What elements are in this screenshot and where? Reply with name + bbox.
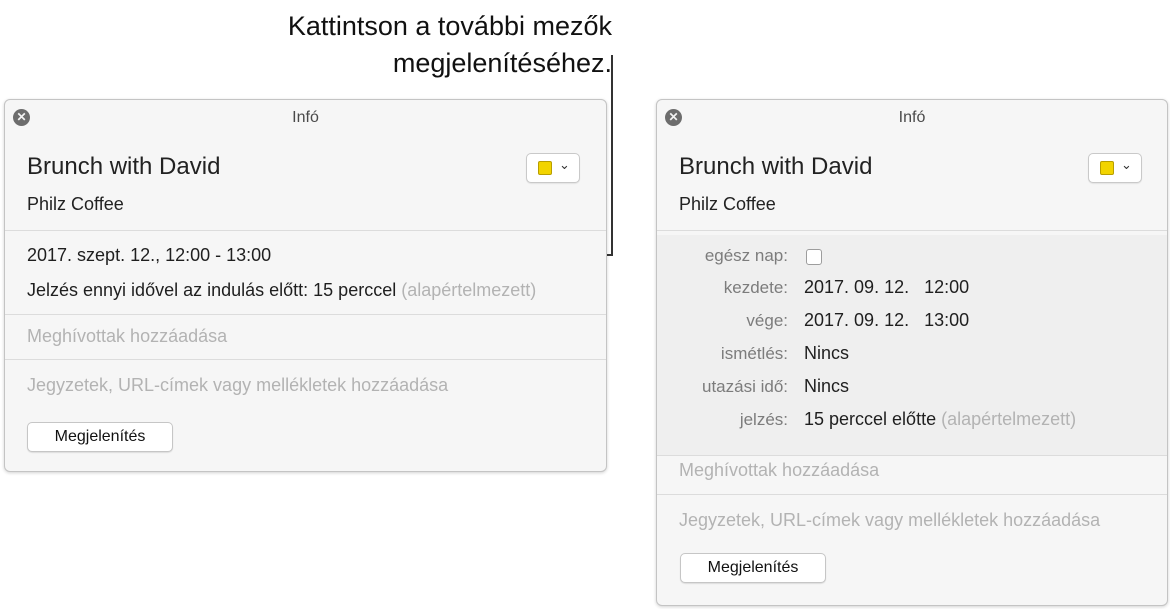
start-label: kezdete:: [723, 278, 788, 297]
window-title: Infó: [898, 109, 926, 126]
add-notes-field[interactable]: Jegyzetek, URL-címek vagy mellékletek ho…: [679, 510, 1100, 531]
alert-value: 15 perccel előtte: [804, 409, 937, 429]
event-date-time[interactable]: 2017. szept. 12., 12:00 - 13:00: [27, 245, 271, 266]
divider: [5, 314, 606, 315]
callout-text: Kattintson a további mezők megjelenítésé…: [288, 8, 612, 82]
titlebar: ✕ Infó: [5, 100, 606, 136]
alert-popup[interactable]: 15 perccel előtte (alapértelmezett): [804, 409, 1076, 430]
calendar-color-picker[interactable]: ⌄: [1088, 153, 1142, 183]
chevron-down-icon: ⌄: [1121, 157, 1132, 172]
event-alert-summary[interactable]: Jelzés ennyi idővel az indulás előtt: 15…: [27, 280, 536, 301]
repeat-label: ismétlés:: [720, 344, 788, 363]
chevron-down-icon: ⌄: [559, 157, 570, 172]
divider: [5, 359, 606, 360]
add-invitees-field[interactable]: Meghívottak hozzáadása: [27, 326, 227, 347]
divider: [657, 494, 1167, 495]
window-title: Infó: [292, 109, 319, 126]
travel-time-popup[interactable]: Nincs: [804, 376, 849, 397]
calendar-color-swatch: [538, 161, 552, 175]
add-invitees-field[interactable]: Meghívottak hozzáadása: [679, 460, 879, 481]
alert-text: Jelzés ennyi idővel az indulás előtt: 15…: [27, 280, 397, 300]
start-datetime-field[interactable]: 2017. 09. 12. 12:00: [804, 277, 969, 298]
divider: [657, 455, 1167, 456]
event-location[interactable]: Philz Coffee: [27, 194, 124, 215]
end-row: vége: 2017. 09. 12. 13:00: [657, 310, 1167, 336]
callout-line-1: Kattintson a további mezők: [287, 11, 612, 41]
all-day-label: egész nap:: [704, 246, 788, 265]
all-day-row: egész nap:: [657, 245, 1167, 271]
divider: [5, 230, 606, 231]
calendar-color-swatch: [1100, 161, 1114, 175]
add-notes-field[interactable]: Jegyzetek, URL-címek vagy mellékletek ho…: [27, 375, 448, 396]
travel-time-row: utazási idő: Nincs: [657, 376, 1167, 402]
info-panel-expanded: ✕ Infó Brunch with David Philz Coffee ⌄ …: [656, 99, 1168, 606]
end-label: vége:: [746, 311, 788, 330]
info-panel-collapsed: ✕ Infó Brunch with David Philz Coffee ⌄ …: [4, 99, 607, 472]
alert-label: jelzés:: [739, 410, 788, 429]
end-datetime-field[interactable]: 2017. 09. 12. 13:00: [804, 310, 969, 331]
all-day-checkbox[interactable]: [806, 249, 822, 265]
alert-row: jelzés: 15 perccel előtte (alapértelmeze…: [657, 409, 1167, 435]
titlebar: ✕ Infó: [657, 100, 1167, 136]
alert-default-note: (alapértelmezett): [941, 409, 1077, 429]
divider: [657, 230, 1167, 231]
event-title[interactable]: Brunch with David: [27, 153, 220, 181]
repeat-row: ismétlés: Nincs: [657, 343, 1167, 369]
show-button[interactable]: Megjelenítés: [680, 553, 826, 583]
start-row: kezdete: 2017. 09. 12. 12:00: [657, 277, 1167, 303]
callout-line-2: megjelenítéséhez.: [392, 48, 612, 78]
alert-default-note: (alapértelmezett): [401, 280, 537, 300]
show-button[interactable]: Megjelenítés: [27, 422, 173, 452]
travel-time-label: utazási idő:: [702, 377, 788, 396]
repeat-popup[interactable]: Nincs: [804, 343, 849, 364]
event-title[interactable]: Brunch with David: [679, 153, 872, 181]
calendar-color-picker[interactable]: ⌄: [526, 153, 580, 183]
event-location[interactable]: Philz Coffee: [679, 194, 776, 215]
callout-leader-line: [611, 55, 613, 256]
